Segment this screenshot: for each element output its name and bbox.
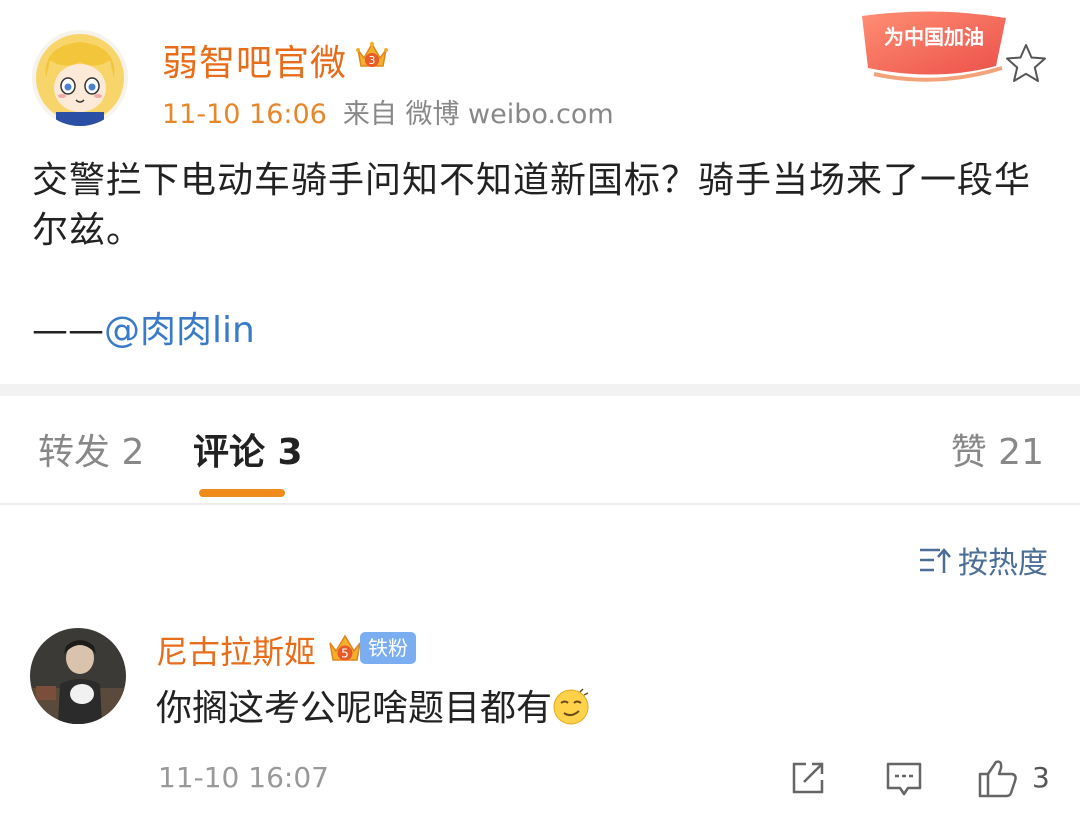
smirk-emoji-icon <box>553 688 589 725</box>
comment-text: 你搁这考公呢啥题目都有 <box>156 684 590 734</box>
comment-like-count: 3 <box>1032 761 1050 794</box>
commenter-name[interactable]: 尼古拉斯姬 <box>156 630 316 674</box>
sort-icon <box>920 548 951 573</box>
post-text: 交警拦下电动车骑手问知不知道新国标？骑手当场来了一段华尔兹。 <box>32 160 1032 251</box>
section-divider <box>0 384 1080 396</box>
commenter-avatar[interactable] <box>30 628 126 724</box>
sort-by-hot-button[interactable]: 按热度 <box>918 538 1048 582</box>
signature-dash: —— <box>32 310 104 351</box>
tab-comments[interactable]: 评论 3 <box>193 428 303 478</box>
tab-likes[interactable]: 赞 21 <box>951 428 1044 478</box>
sort-label: 按热度 <box>958 546 1048 581</box>
comment-body: 你搁这考公呢啥题目都有 <box>156 688 553 729</box>
mention-link[interactable]: @肉肉lin <box>104 310 255 351</box>
svg-text:3: 3 <box>369 54 376 67</box>
reply-icon[interactable] <box>882 756 926 800</box>
favorite-star-icon[interactable] <box>1004 42 1048 84</box>
fan-badge: 铁粉 <box>360 632 416 664</box>
post-time: 11-10 16:06 <box>162 99 327 130</box>
post-source: 来自 微博 weibo.com <box>342 99 614 130</box>
campaign-badge: 为中国加油 <box>856 8 1016 84</box>
author-name[interactable]: 弱智吧官微 <box>162 34 347 86</box>
tab-reposts[interactable]: 转发 2 <box>38 428 144 478</box>
svg-text:为中国加油: 为中国加油 <box>884 25 984 49</box>
author-avatar[interactable] <box>32 30 128 126</box>
tab-divider <box>0 503 1080 505</box>
svg-text:5: 5 <box>341 647 349 661</box>
active-tab-indicator <box>199 489 285 497</box>
share-icon[interactable] <box>786 756 830 800</box>
post-meta: 11-10 16:06 来自 微博 weibo.com <box>162 92 614 131</box>
vip-crown-icon[interactable]: 3 <box>352 36 392 76</box>
like-thumb-icon[interactable] <box>976 756 1020 800</box>
comment-time: 11-10 16:07 <box>158 761 329 794</box>
post-signature: ——@肉肉lin <box>32 306 255 356</box>
